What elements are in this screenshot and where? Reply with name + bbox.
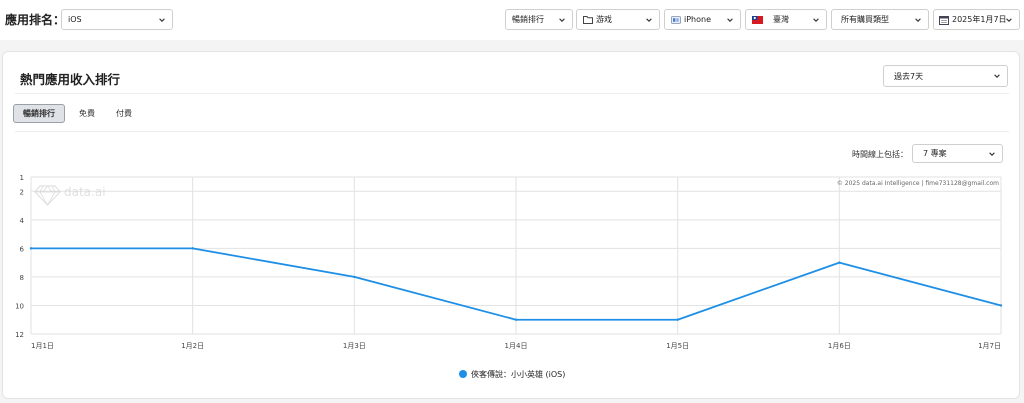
y-axis-ticks: 124681012 xyxy=(15,174,24,339)
x-tick-label: 1月2日 xyxy=(181,342,204,350)
y-tick-label: 4 xyxy=(20,217,25,225)
x-tick-label: 1月4日 xyxy=(505,342,528,350)
data-ai-watermark: data.ai xyxy=(34,185,106,206)
data-point[interactable] xyxy=(353,275,356,279)
x-tick-label: 1月3日 xyxy=(343,342,366,350)
watermark-text: data.ai xyxy=(64,185,106,199)
x-tick-label: 1月1日 xyxy=(31,342,54,350)
diamond-logo-icon xyxy=(34,185,61,206)
chart-copyright: © 2025 data.ai Intelligence | fime731128… xyxy=(837,180,999,187)
data-point[interactable] xyxy=(838,261,841,264)
data-point[interactable] xyxy=(999,304,1003,307)
x-tick-label: 1月7日 xyxy=(978,342,1001,350)
chart-grid xyxy=(30,176,1002,335)
data-point[interactable] xyxy=(191,247,194,250)
data-point[interactable] xyxy=(514,318,518,321)
x-tick-label: 1月5日 xyxy=(666,342,689,350)
y-tick-label: 8 xyxy=(20,274,24,282)
y-tick-label: 10 xyxy=(15,302,24,310)
y-tick-label: 1 xyxy=(20,174,24,182)
y-tick-label: 6 xyxy=(20,245,25,253)
x-tick-label: 1月6日 xyxy=(828,342,851,350)
data-point[interactable] xyxy=(29,247,33,250)
data-point[interactable] xyxy=(676,318,679,321)
y-tick-label: 2 xyxy=(20,188,24,196)
y-tick-label: 12 xyxy=(15,331,24,339)
legend-label: 俠客傳說：小小英雄 (iOS) xyxy=(471,369,565,379)
x-axis-ticks: 1月1日 1月2日 1月3日 1月4日 1月5日 1月6日 1月7日 xyxy=(31,342,1001,350)
ranking-line-chart: data.ai © 2025 data.ai Intelligence | fi… xyxy=(15,174,1003,379)
legend-marker xyxy=(459,370,467,378)
chart-legend[interactable]: 俠客傳說：小小英雄 (iOS) xyxy=(459,369,565,379)
